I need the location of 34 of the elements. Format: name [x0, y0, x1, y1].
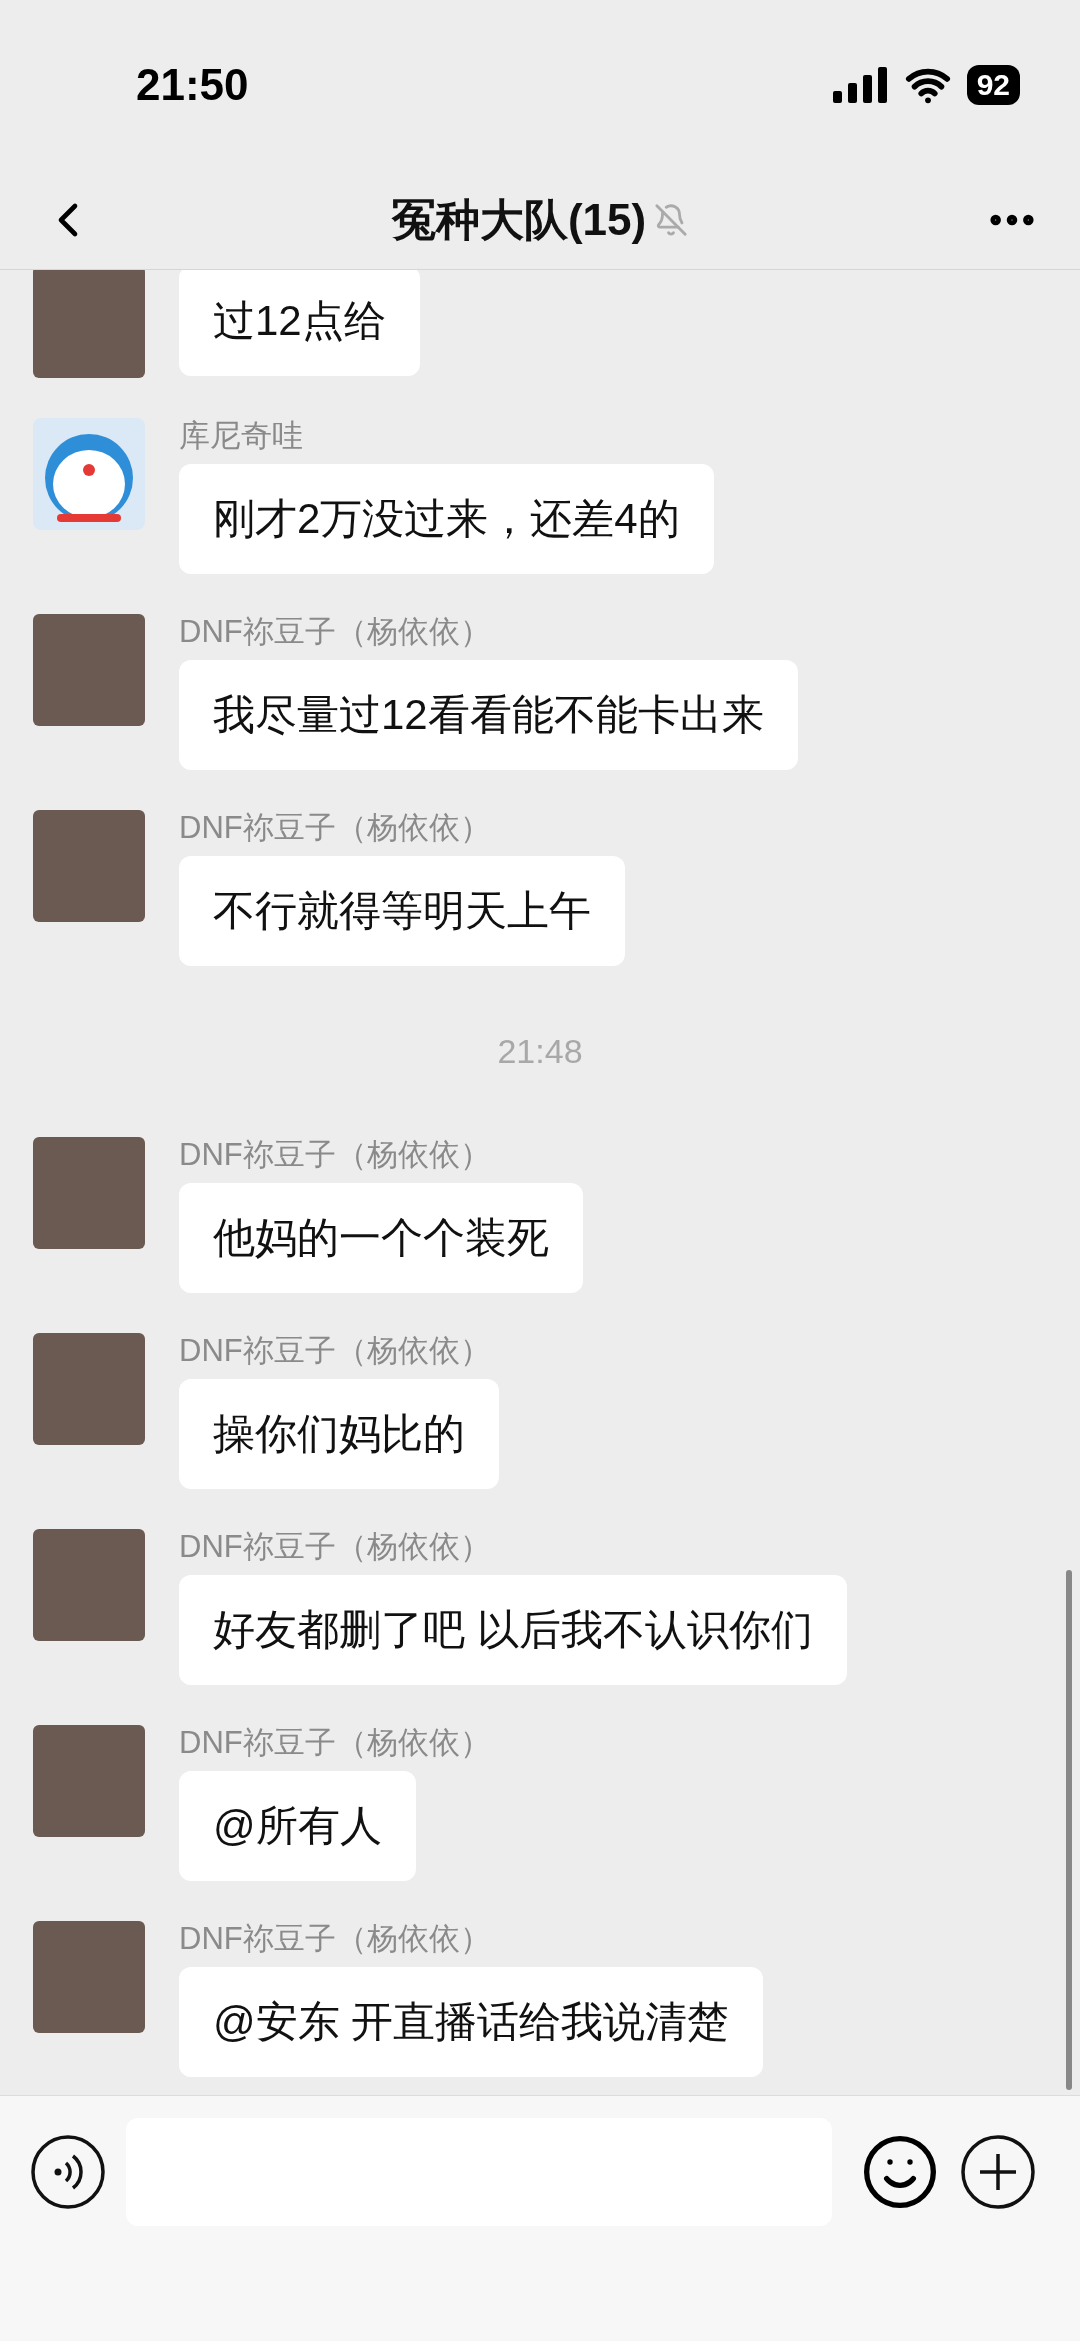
- avatar-photo-placeholder[interactable]: [33, 1725, 145, 1837]
- sender-name: DNF祢豆子（杨依依）: [179, 614, 492, 650]
- sender-name: DNF祢豆子（杨依依）: [179, 1725, 491, 1761]
- avatar-photo-placeholder[interactable]: [33, 1529, 145, 1641]
- chat-title: 冤种大队(15): [391, 193, 647, 246]
- message-bubble[interactable]: 他妈的一个个装死: [179, 1183, 583, 1293]
- voice-icon[interactable]: [30, 2134, 106, 2210]
- avatar-photo-placeholder[interactable]: [33, 270, 145, 378]
- sender-name: DNF祢豆子（杨依依）: [179, 1333, 492, 1369]
- avatar-photo-placeholder[interactable]: [33, 810, 145, 922]
- avatar-photo-placeholder[interactable]: [33, 614, 145, 726]
- battery-level: 92: [966, 65, 1020, 105]
- status-time: 21:50: [136, 59, 249, 111]
- sender-name: DNF祢豆子（杨依依）: [179, 810, 492, 846]
- scrollbar[interactable]: [1066, 1570, 1072, 2090]
- message-bubble[interactable]: @安东 开直播话给我说清楚: [179, 1967, 764, 2077]
- timestamp: 21:48: [497, 1031, 583, 1072]
- cartoon-avatar-icon[interactable]: [33, 418, 145, 530]
- plus-icon[interactable]: [960, 2134, 1036, 2210]
- message-bubble[interactable]: 不行就得等明天上午: [179, 856, 625, 966]
- message-bubble[interactable]: @所有人: [179, 1771, 416, 1881]
- avatar-photo-placeholder[interactable]: [33, 1333, 145, 1445]
- sender-name: DNF祢豆子（杨依依）: [179, 1529, 492, 1565]
- avatar-photo-placeholder[interactable]: [33, 1137, 145, 1249]
- avatar-photo-placeholder[interactable]: [33, 1921, 145, 2033]
- message-bubble[interactable]: 好友都删了吧 以后我不认识你们: [179, 1575, 847, 1685]
- message-bubble[interactable]: 我尽量过12看看能不能卡出来: [179, 660, 798, 770]
- message-bubble[interactable]: 操你们妈比的: [179, 1379, 499, 1489]
- sender-name: DNF祢豆子（杨依依）: [179, 1137, 492, 1173]
- sender-name: 库尼奇哇: [179, 418, 304, 454]
- sender-name: DNF祢豆子（杨依依）: [179, 1921, 492, 1957]
- message-bubble[interactable]: 过12点给: [179, 270, 420, 376]
- message-bubble[interactable]: 刚才2万没过来，还差4的: [179, 464, 714, 574]
- signal-icon: [832, 67, 889, 103]
